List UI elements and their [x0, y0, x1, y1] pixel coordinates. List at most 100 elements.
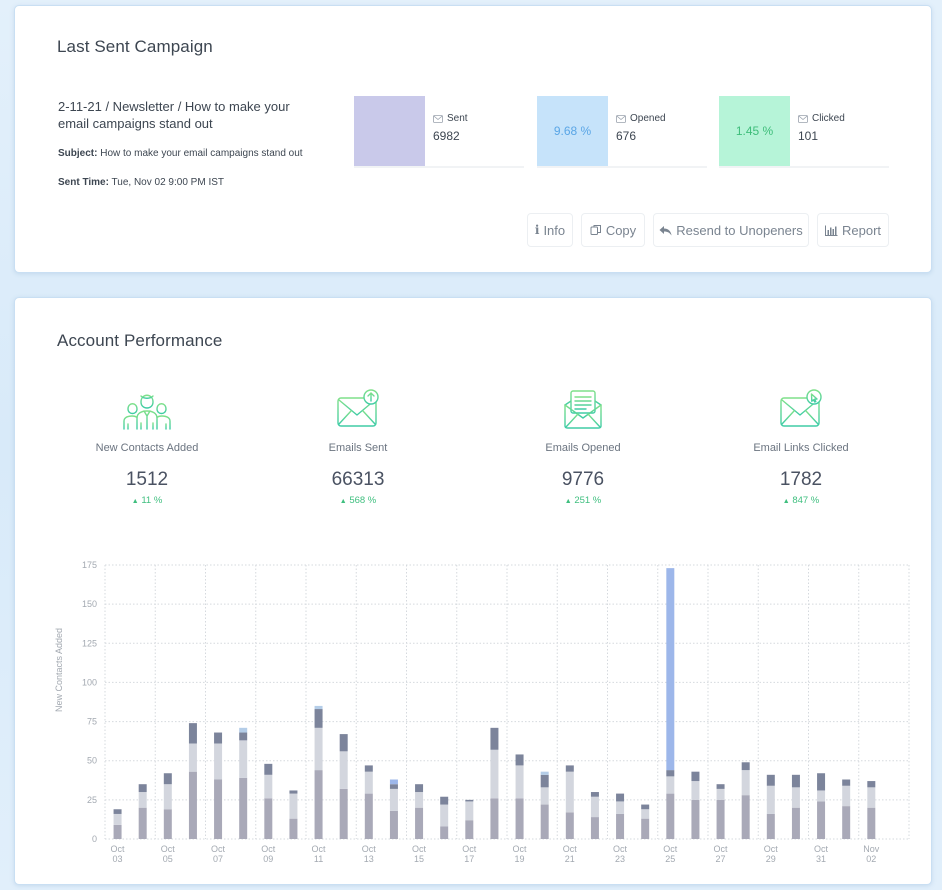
campaign-name[interactable]: 2-11-21 / Newsletter / How to make your …: [58, 98, 318, 132]
bar-segment-series-3[interactable]: [817, 773, 826, 791]
bar-segment-series-2[interactable]: [590, 796, 599, 818]
bar-segment-series-3[interactable]: [239, 732, 248, 741]
bar-segment-series-3[interactable]: [641, 804, 650, 810]
bar-segment-series-1[interactable]: [842, 806, 851, 839]
bar-segment-series-5[interactable]: [389, 779, 398, 785]
bar-segment-series-1[interactable]: [641, 818, 650, 839]
bar-segment-series-2[interactable]: [239, 740, 248, 778]
bar-segment-series-3[interactable]: [364, 765, 373, 772]
bar-segment-series-3[interactable]: [339, 734, 348, 752]
bar-segment-series-1[interactable]: [666, 793, 675, 839]
bar-segment-series-3[interactable]: [314, 709, 323, 728]
bar-segment-series-3[interactable]: [188, 723, 197, 744]
bar-segment-series-1[interactable]: [389, 810, 398, 839]
bar-segment-series-3[interactable]: [440, 796, 449, 805]
bar-segment-series-2[interactable]: [540, 787, 549, 805]
bar-segment-series-1[interactable]: [791, 807, 800, 839]
bar-segment-series-3[interactable]: [691, 771, 700, 782]
bar-segment-series-2[interactable]: [766, 785, 775, 814]
bar-segment-series-1[interactable]: [339, 788, 348, 839]
bar-segment-series-2[interactable]: [842, 785, 851, 807]
bar-segment-series-3[interactable]: [565, 765, 574, 772]
bar-segment-series-3[interactable]: [264, 763, 273, 775]
bar-segment-series-2[interactable]: [791, 787, 800, 808]
bar-segment-series-1[interactable]: [590, 817, 599, 839]
bar-segment-series-3[interactable]: [289, 790, 298, 794]
bar-segment-series-4[interactable]: [314, 705, 323, 710]
bar-segment-series-2[interactable]: [214, 743, 223, 780]
bar-segment-series-1[interactable]: [565, 812, 574, 839]
bar-segment-series-2[interactable]: [364, 771, 373, 794]
bar-segment-series-3[interactable]: [666, 770, 675, 777]
bar-segment-series-1[interactable]: [314, 770, 323, 839]
bar-segment-series-1[interactable]: [691, 799, 700, 839]
bar-segment-series-1[interactable]: [817, 801, 826, 839]
bar-segment-series-2[interactable]: [565, 771, 574, 813]
bar-segment-series-2[interactable]: [113, 813, 122, 825]
bar-segment-series-3[interactable]: [389, 784, 398, 789]
bar-segment-series-2[interactable]: [314, 727, 323, 771]
bar-segment-series-1[interactable]: [289, 818, 298, 839]
bar-segment-series-2[interactable]: [138, 792, 147, 808]
bar-segment-series-5[interactable]: [666, 568, 675, 771]
bar-segment-series-1[interactable]: [741, 795, 750, 839]
bar-segment-series-3[interactable]: [741, 762, 750, 771]
bar-segment-series-1[interactable]: [415, 807, 424, 839]
bar-segment-series-1[interactable]: [163, 809, 172, 839]
bar-segment-series-3[interactable]: [515, 754, 524, 766]
bar-segment-series-2[interactable]: [716, 788, 725, 800]
bar-segment-series-1[interactable]: [440, 826, 449, 839]
bar-segment-series-1[interactable]: [616, 813, 625, 839]
bar-segment-series-3[interactable]: [540, 774, 549, 788]
bar-segment-series-2[interactable]: [465, 801, 474, 821]
bar-segment-series-2[interactable]: [163, 784, 172, 810]
bar-segment-series-3[interactable]: [766, 774, 775, 786]
bar-segment-series-1[interactable]: [264, 798, 273, 839]
info-button[interactable]: i Info: [527, 213, 573, 247]
bar-segment-series-1[interactable]: [766, 813, 775, 839]
bar-segment-series-2[interactable]: [339, 751, 348, 789]
bar-segment-series-3[interactable]: [138, 784, 147, 793]
bar-segment-series-1[interactable]: [138, 807, 147, 839]
bar-segment-series-2[interactable]: [440, 804, 449, 827]
bar-segment-series-3[interactable]: [490, 727, 499, 750]
bar-segment-series-3[interactable]: [867, 781, 876, 788]
bar-segment-series-2[interactable]: [741, 770, 750, 796]
bar-segment-series-2[interactable]: [289, 793, 298, 819]
bar-segment-series-1[interactable]: [465, 820, 474, 839]
bar-segment-series-1[interactable]: [540, 804, 549, 839]
bar-segment-series-2[interactable]: [490, 749, 499, 799]
bar-segment-series-1[interactable]: [188, 771, 197, 839]
bar-segment-series-1[interactable]: [239, 777, 248, 839]
bar-segment-series-2[interactable]: [691, 781, 700, 800]
resend-to-unopeners-button[interactable]: Resend to Unopeners: [653, 213, 809, 247]
bar-segment-series-4[interactable]: [239, 727, 248, 733]
bar-segment-series-3[interactable]: [465, 799, 474, 802]
report-button[interactable]: Report: [817, 213, 889, 247]
bar-segment-series-1[interactable]: [113, 824, 122, 839]
bar-segment-series-1[interactable]: [364, 793, 373, 839]
bar-segment-series-2[interactable]: [867, 787, 876, 808]
bar-segment-series-2[interactable]: [616, 801, 625, 814]
bar-segment-series-2[interactable]: [389, 788, 398, 811]
bar-segment-series-1[interactable]: [515, 798, 524, 839]
bar-segment-series-3[interactable]: [163, 773, 172, 785]
bar-segment-series-3[interactable]: [791, 774, 800, 788]
bar-segment-series-1[interactable]: [214, 779, 223, 839]
bar-segment-series-3[interactable]: [415, 784, 424, 793]
bar-segment-series-1[interactable]: [490, 798, 499, 839]
bar-segment-series-3[interactable]: [113, 809, 122, 814]
bar-segment-series-2[interactable]: [188, 743, 197, 772]
copy-button[interactable]: Copy: [581, 213, 645, 247]
bar-segment-series-1[interactable]: [716, 799, 725, 839]
bar-segment-series-2[interactable]: [641, 809, 650, 819]
bar-segment-series-3[interactable]: [590, 792, 599, 797]
bar-segment-series-1[interactable]: [867, 807, 876, 839]
bar-segment-series-2[interactable]: [415, 792, 424, 808]
bar-segment-series-3[interactable]: [716, 784, 725, 789]
bar-segment-series-3[interactable]: [214, 732, 223, 744]
bar-segment-series-4[interactable]: [540, 771, 549, 775]
bar-segment-series-2[interactable]: [817, 790, 826, 802]
bar-segment-series-3[interactable]: [616, 793, 625, 802]
bar-segment-series-2[interactable]: [666, 776, 675, 794]
